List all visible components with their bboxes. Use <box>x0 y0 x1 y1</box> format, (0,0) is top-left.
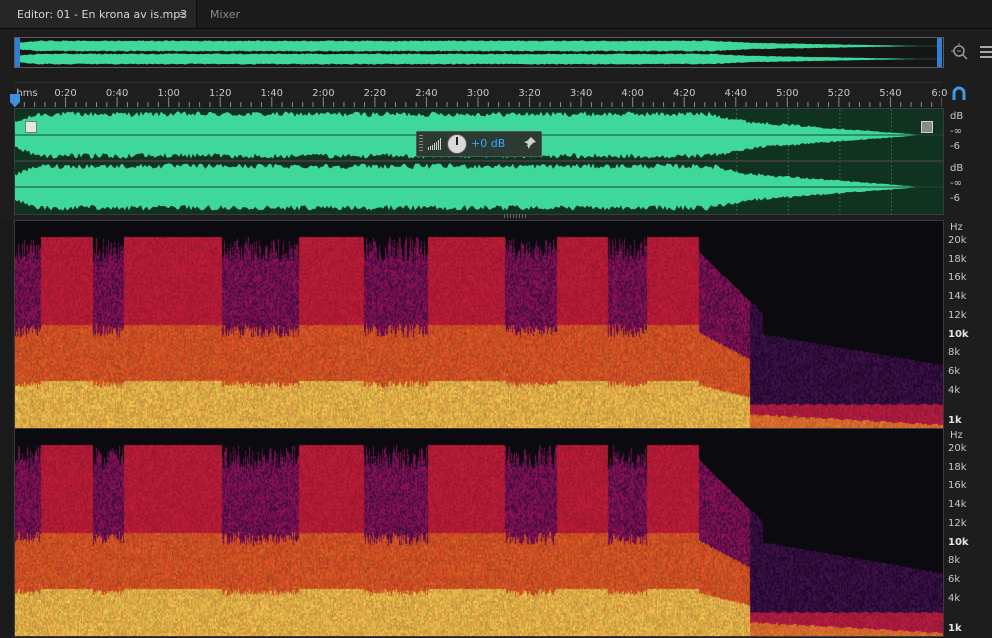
overview-navigator[interactable] <box>14 37 944 68</box>
ruler-tick-label: 2:40 <box>415 88 438 99</box>
hz-tick-label: 1k <box>948 415 962 426</box>
hz-tick-label: 18k <box>948 461 967 473</box>
tab-bar: Editor: 01 - En krona av is.mp3 ≡ Mixer <box>0 0 992 29</box>
fade-out-handle[interactable] <box>921 121 933 133</box>
spectrogram-channel-1 <box>15 221 943 428</box>
hz-unit-label: Hz <box>950 222 963 233</box>
ruler-tick-label: 4:20 <box>672 88 696 99</box>
ruler-tick-label: 0:40 <box>105 88 129 99</box>
hud-grip-handle[interactable] <box>419 135 423 153</box>
fade-in-handle[interactable] <box>25 121 37 133</box>
ruler-tick-label: 3:00 <box>466 88 490 99</box>
hz-tick-label: 14k <box>948 499 967 511</box>
ruler-tick-label: 5:40 <box>879 88 902 99</box>
hz-tick-label: 4k <box>948 384 961 396</box>
spectral-display-channel-2[interactable] <box>14 428 944 637</box>
waveform-display[interactable] <box>14 108 944 215</box>
hz-unit-label: Hz <box>950 430 963 441</box>
hz-tick-label: 14k <box>948 291 967 303</box>
menu-list-icon[interactable] <box>980 45 992 59</box>
overview-handle-left[interactable] <box>15 38 20 67</box>
hz-tick-label: 10k <box>948 328 969 340</box>
knob-pointer <box>456 137 458 145</box>
hz-tick-label: 12k <box>948 517 967 529</box>
panel-menu-icon[interactable]: ≡ <box>178 8 187 21</box>
hz-tick-label: 12k <box>948 309 967 321</box>
hz-tick-label: 6k <box>948 573 961 585</box>
frequency-scale-channel-1: Hz 20k 18k 16k 14k 12k 10k 8k 6k 4k 1k <box>942 220 992 427</box>
zoom-in-point-icon[interactable] <box>951 43 969 61</box>
ruler-tick-label: 3:40 <box>569 88 593 99</box>
playhead-marker[interactable] <box>9 94 21 108</box>
db-minus6-ch1: -6 <box>950 141 960 152</box>
hz-tick-label: 8k <box>948 555 961 567</box>
hz-tick-label: 10k <box>948 536 969 548</box>
db-minus6-ch2: -6 <box>950 193 960 204</box>
level-meter-icon <box>428 138 441 150</box>
hz-tick-label: 8k <box>948 347 961 359</box>
tab-editor-label: Editor: 01 - En krona av is.mp3 <box>17 8 188 21</box>
hz-tick-label: 20k <box>948 235 967 246</box>
spectrogram-channel-2 <box>15 429 943 636</box>
hz-tick-label: 16k <box>948 272 967 284</box>
pin-icon[interactable] <box>523 136 537 150</box>
overview-waveform <box>15 40 943 65</box>
ruler-tick-label: 1:20 <box>208 88 232 99</box>
hz-tick-label: 4k <box>948 592 961 604</box>
hz-tick-label: 1k <box>948 623 962 634</box>
tab-mixer-label: Mixer <box>210 8 241 21</box>
ruler-tick-label: 5:00 <box>776 88 799 99</box>
volume-value[interactable]: +0 dB <box>471 137 505 150</box>
tab-editor[interactable]: Editor: 01 - En krona av is.mp3 ≡ <box>0 0 197 28</box>
hz-tick-label: 16k <box>948 480 967 492</box>
db-minus-inf-ch2: -∞ <box>950 178 962 189</box>
ruler-tick-label: 4:00 <box>621 88 644 99</box>
overview-handle-right[interactable] <box>937 38 942 67</box>
hud-volume[interactable]: +0 dB <box>416 131 542 157</box>
ruler-tick-label: 2:20 <box>363 88 387 99</box>
ruler-tick-label: 3:20 <box>518 88 541 99</box>
db-unit-ch2: dB <box>950 163 964 174</box>
ruler-tick-label: 1:40 <box>260 88 283 99</box>
ruler-tick-label: 1:00 <box>157 88 180 99</box>
ruler-tick-label: 4:40 <box>724 88 747 99</box>
db-unit-ch1: dB <box>950 111 964 122</box>
ruler-tick-label: 2:00 <box>312 88 335 99</box>
ruler-tick-label: 0:20 <box>54 88 77 99</box>
hz-tick-label: 18k <box>948 253 967 265</box>
stereo-waveform <box>15 109 943 214</box>
panel-splitter[interactable] <box>504 214 526 218</box>
left-edge-panel <box>0 220 12 638</box>
hz-tick-label: 6k <box>948 365 961 377</box>
snap-magnet-icon[interactable] <box>951 86 967 102</box>
volume-knob[interactable] <box>447 134 467 154</box>
ruler-tick-label: 6:0 <box>931 88 948 99</box>
timeline-ruler[interactable]: hms 0:20 0:40 1:00 1:20 1:40 2:00 2:20 2:40 3:00… <box>14 82 947 107</box>
hz-tick-label: 20k <box>948 443 967 454</box>
tab-mixer[interactable]: Mixer <box>200 0 260 28</box>
frequency-scale-channel-2: Hz 20k 18k 16k 14k 12k 10k 8k 6k 4k 1k <box>942 428 992 635</box>
db-minus-inf-ch1: -∞ <box>950 126 962 137</box>
ruler-tick-label: 5:20 <box>827 88 851 99</box>
spectral-display-channel-1[interactable] <box>14 220 944 429</box>
